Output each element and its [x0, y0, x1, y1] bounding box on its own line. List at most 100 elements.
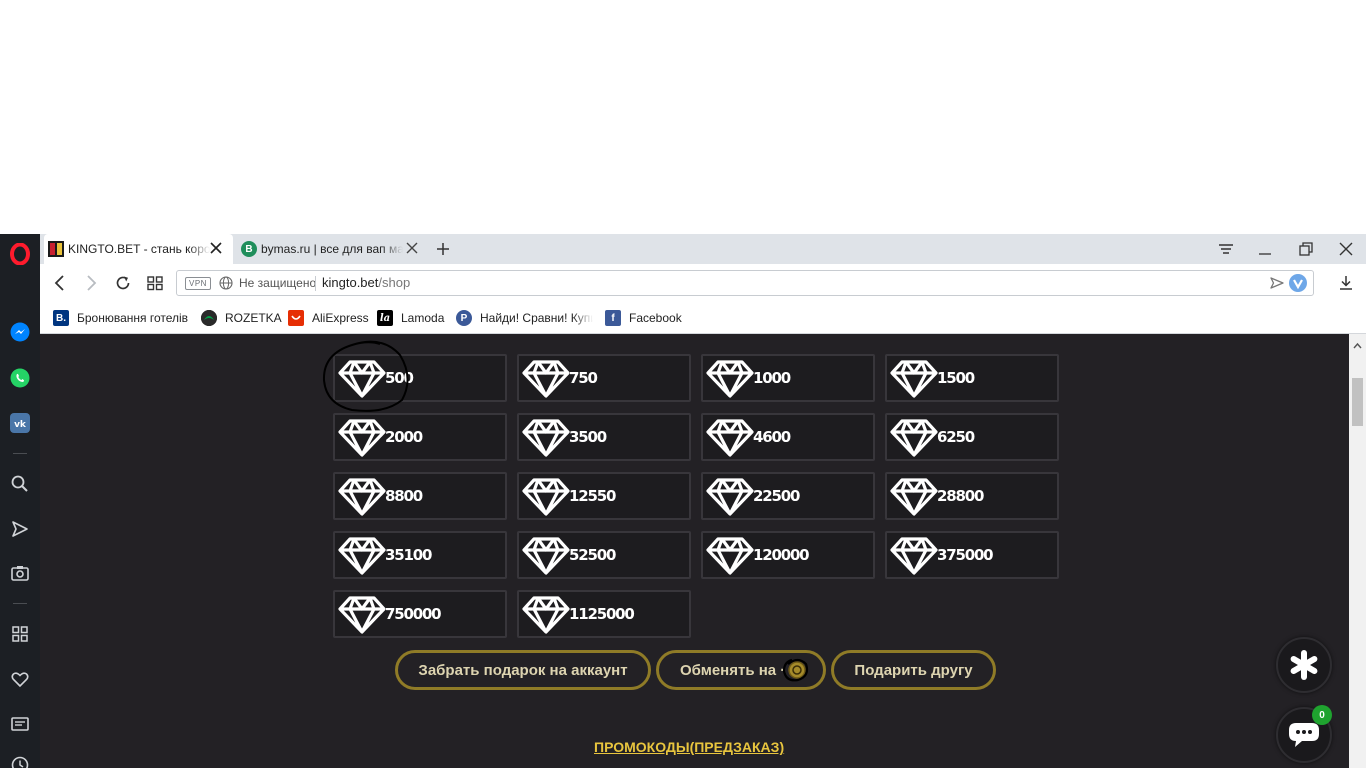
- gem-pack-card[interactable]: 750: [517, 354, 691, 402]
- gem-pack-card[interactable]: 120000: [701, 531, 875, 579]
- kingto-favicon-icon: [48, 241, 64, 257]
- tab-title: bymas.ru | все для вап мастера: [261, 242, 403, 256]
- gem-pack-card[interactable]: 1125000: [517, 590, 691, 638]
- url-field[interactable]: VPN Не защищено kingto.bet/shop: [176, 270, 1314, 296]
- gem-amount: 35100: [385, 546, 432, 564]
- close-icon[interactable]: [405, 241, 419, 255]
- gem-pack-card[interactable]: 375000: [885, 531, 1059, 579]
- scrollbar-thumb[interactable]: [1352, 378, 1363, 426]
- heart-icon[interactable]: [9, 668, 31, 690]
- back-icon[interactable]: [50, 273, 70, 293]
- minimize-icon[interactable]: [1256, 240, 1274, 258]
- bookmark-aliexpress[interactable]: AliExpress: [288, 308, 369, 328]
- bookmark-lamoda[interactable]: la Lamoda: [377, 308, 444, 328]
- gem-amount: 3500: [569, 428, 607, 446]
- diamond-icon: [337, 535, 387, 575]
- gem-pack-card[interactable]: 52500: [517, 531, 691, 579]
- gem-pack-card[interactable]: 22500: [701, 472, 875, 520]
- url-text[interactable]: kingto.bet/shop: [322, 275, 410, 290]
- gem-pack-card[interactable]: 6250: [885, 413, 1059, 461]
- history-icon[interactable]: [9, 754, 31, 768]
- opera-logo-icon[interactable]: [9, 243, 31, 265]
- diamond-icon: [337, 358, 387, 398]
- close-icon[interactable]: [209, 241, 223, 255]
- bookmark-price-compare[interactable]: P Найди! Сравни! Купи!: [456, 308, 593, 328]
- blank-area: [0, 0, 1366, 234]
- speed-dial-icon[interactable]: [145, 273, 165, 293]
- speed-dial-icon[interactable]: [9, 623, 31, 645]
- bookmark-facebook[interactable]: f Facebook: [605, 308, 682, 328]
- search-icon[interactable]: [9, 473, 31, 495]
- diamond-icon: [705, 535, 755, 575]
- bookmark-label: Бронювання готелів: [77, 311, 189, 325]
- tab-kingto[interactable]: KINGTO.BET - стань король: [44, 234, 233, 264]
- diamond-icon: [521, 358, 571, 398]
- exchange-button[interactable]: Обменять на ·: [656, 650, 826, 690]
- new-tab-icon[interactable]: [435, 241, 451, 257]
- news-icon[interactable]: [9, 713, 31, 735]
- gem-pack-card[interactable]: 500: [333, 354, 507, 402]
- bymas-favicon-icon: B: [241, 241, 257, 257]
- whatsapp-icon[interactable]: [9, 367, 31, 389]
- vpn-shield-icon[interactable]: [1288, 273, 1308, 293]
- tab-title: KINGTO.BET - стань король: [68, 242, 210, 256]
- page-scrollbar[interactable]: [1349, 334, 1366, 768]
- download-icon[interactable]: [1336, 273, 1356, 293]
- chat-float-button[interactable]: 0: [1276, 705, 1332, 763]
- bookmarks-bar: B. Бронювання готелів ROZETKA AliExpress…: [40, 302, 1366, 334]
- gem-pack-card[interactable]: 12550: [517, 472, 691, 520]
- gem-pack-card[interactable]: 35100: [333, 531, 507, 579]
- gem-pack-card[interactable]: 8800: [333, 472, 507, 520]
- camera-icon[interactable]: [9, 562, 31, 584]
- address-bar: VPN Не защищено kingto.bet/shop: [40, 264, 1366, 302]
- scroll-up-icon[interactable]: [1353, 337, 1362, 349]
- bookmark-booking[interactable]: B. Бронювання готелів: [53, 308, 193, 328]
- url-divider: [315, 276, 316, 291]
- tab-menu-icon[interactable]: [1217, 240, 1235, 258]
- window-close-icon[interactable]: [1337, 240, 1355, 258]
- bookmark-label: Найди! Сравни! Купи!: [480, 311, 593, 325]
- gem-pack-card[interactable]: 750000: [333, 590, 507, 638]
- bookmark-label: Lamoda: [401, 311, 445, 325]
- gem-pack-card[interactable]: 3500: [517, 413, 691, 461]
- vk-icon[interactable]: vk: [9, 412, 31, 434]
- share-icon[interactable]: [1269, 275, 1285, 291]
- settings-float-button[interactable]: [1276, 637, 1332, 693]
- diamond-icon: [337, 417, 387, 457]
- promo-codes-link[interactable]: ПРОМОКОДЫ(ПРЕДЗАКАЗ): [594, 739, 784, 755]
- globe-icon[interactable]: [219, 276, 233, 290]
- sidebar-separator: [13, 603, 27, 604]
- sidebar-separator: [13, 453, 27, 454]
- chat-count-badge: 0: [1312, 705, 1332, 725]
- messenger-icon[interactable]: [9, 321, 31, 343]
- gem-pack-card[interactable]: 1000: [701, 354, 875, 402]
- gem-pack-card[interactable]: 1500: [885, 354, 1059, 402]
- send-icon[interactable]: [9, 518, 31, 540]
- gem-pack-card[interactable]: 4600: [701, 413, 875, 461]
- bookmark-label: AliExpress: [312, 311, 369, 325]
- security-status[interactable]: Не защищено: [239, 276, 316, 290]
- claim-gift-button[interactable]: Забрать подарок на аккаунт: [395, 650, 651, 690]
- asterisk-icon: [1288, 649, 1320, 681]
- gem-amount: 52500: [569, 546, 616, 564]
- rozetka-icon: [201, 310, 217, 326]
- gem-pack-card[interactable]: 2000: [333, 413, 507, 461]
- gem-amount: 1125000: [569, 605, 635, 623]
- bookmark-rozetka[interactable]: ROZETKA: [201, 308, 282, 328]
- diamond-icon: [337, 594, 387, 634]
- lamoda-icon: la: [377, 310, 393, 326]
- gift-friend-button[interactable]: Подарить другу: [831, 650, 996, 690]
- exchange-label: Обменять на ·: [680, 661, 786, 679]
- vpn-badge[interactable]: VPN: [185, 277, 211, 290]
- gem-amount: 750: [569, 369, 598, 387]
- diamond-icon: [521, 476, 571, 516]
- restore-icon[interactable]: [1297, 240, 1315, 258]
- reload-icon[interactable]: [113, 273, 133, 293]
- forward-icon[interactable]: [81, 273, 101, 293]
- gem-pack-card[interactable]: 28800: [885, 472, 1059, 520]
- url-host: kingto.bet: [322, 275, 379, 290]
- diamond-icon: [889, 417, 939, 457]
- tab-bymas[interactable]: B bymas.ru | все для вап мастера: [237, 234, 429, 264]
- svg-text:vk: vk: [14, 420, 27, 430]
- diamond-icon: [337, 476, 387, 516]
